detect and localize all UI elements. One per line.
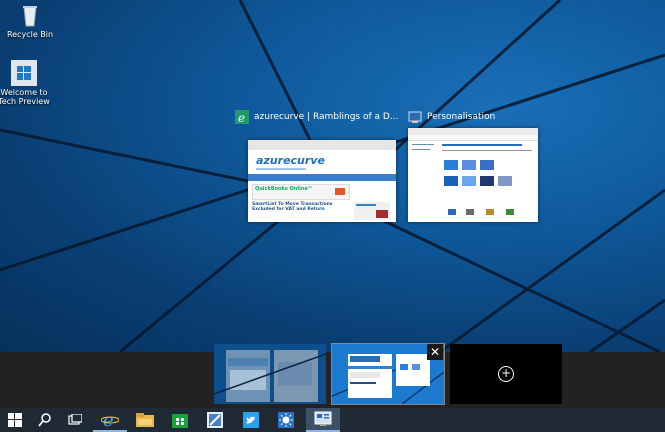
personalisation-icon <box>408 110 422 124</box>
window-titlebar <box>408 128 538 135</box>
article-title: SmartList To Move Transactions Excluded … <box>252 202 333 212</box>
taskbar-paint[interactable] <box>200 408 230 432</box>
internet-explorer-icon: e <box>101 410 119 428</box>
ad-box: QuickBooks Online™ <box>252 184 350 200</box>
taskbar-store[interactable] <box>165 408 195 432</box>
welcome-tech-preview-shortcut[interactable]: Welcome to Tech Preview <box>0 60 52 106</box>
ad-title: QuickBooks Online™ <box>255 186 313 192</box>
search-button[interactable] <box>30 408 60 432</box>
store-icon <box>172 414 188 428</box>
svg-text:e: e <box>103 410 114 428</box>
taskbar: e <box>0 408 665 432</box>
window-title-personalisation[interactable]: Personalisation <box>408 110 495 124</box>
svg-text:e: e <box>238 111 245 124</box>
windows-logo-icon <box>11 60 37 86</box>
task-view-button[interactable] <box>60 408 90 432</box>
close-desktop-button[interactable]: ✕ <box>427 344 443 360</box>
taskbar-twitter[interactable] <box>236 408 266 432</box>
plus-icon: + <box>498 366 514 382</box>
desc-line <box>442 150 532 151</box>
window-title-text: azurecurve | Ramblings of a D... <box>254 112 399 122</box>
settings-sun-icon <box>278 412 294 428</box>
desktop-background: Recycle Bin Welcome to Tech Preview e az… <box>0 0 665 352</box>
recycle-bin-icon <box>17 2 43 28</box>
themes-grid <box>442 158 522 198</box>
desktop-icon-label: Welcome to Tech Preview <box>0 88 50 106</box>
window-thumbnail-ie[interactable]: azurecurve QuickBooks Online™ SmartList … <box>248 140 396 222</box>
address-bar <box>408 135 538 141</box>
recycle-bin-shortcut[interactable]: Recycle Bin <box>2 2 58 39</box>
desktop-icon-label: Recycle Bin <box>6 30 54 39</box>
twitter-icon <box>243 412 259 428</box>
site-logo: azurecurve <box>256 154 325 167</box>
ad-button <box>335 188 345 195</box>
add-desktop-button[interactable]: + <box>450 344 562 404</box>
taskbar-control-panel[interactable] <box>306 408 340 432</box>
sidebar-widget <box>354 202 390 220</box>
heading-line <box>442 144 522 146</box>
virtual-desktop-1[interactable] <box>214 344 326 404</box>
paint-icon <box>207 412 223 428</box>
window-thumbnail-personalisation[interactable] <box>408 128 538 222</box>
control-panel-sidebar <box>412 144 438 214</box>
window-title-text: Personalisation <box>427 112 496 122</box>
search-icon <box>38 413 51 427</box>
task-view-icon <box>68 414 82 425</box>
bottom-settings-row <box>442 204 532 216</box>
site-tagline <box>256 168 306 170</box>
taskbar-internet-explorer[interactable]: e <box>93 408 127 432</box>
site-navbar <box>248 174 396 181</box>
control-panel-icon <box>314 411 332 426</box>
taskbar-settings[interactable] <box>271 408 301 432</box>
file-explorer-icon <box>136 413 154 427</box>
browser-toolbar <box>248 140 396 150</box>
start-button[interactable] <box>0 408 30 432</box>
window-title-ie[interactable]: e azurecurve | Ramblings of a D... <box>235 110 399 125</box>
internet-explorer-icon: e <box>235 110 249 125</box>
start-icon <box>8 413 22 427</box>
taskbar-file-explorer[interactable] <box>130 408 160 432</box>
